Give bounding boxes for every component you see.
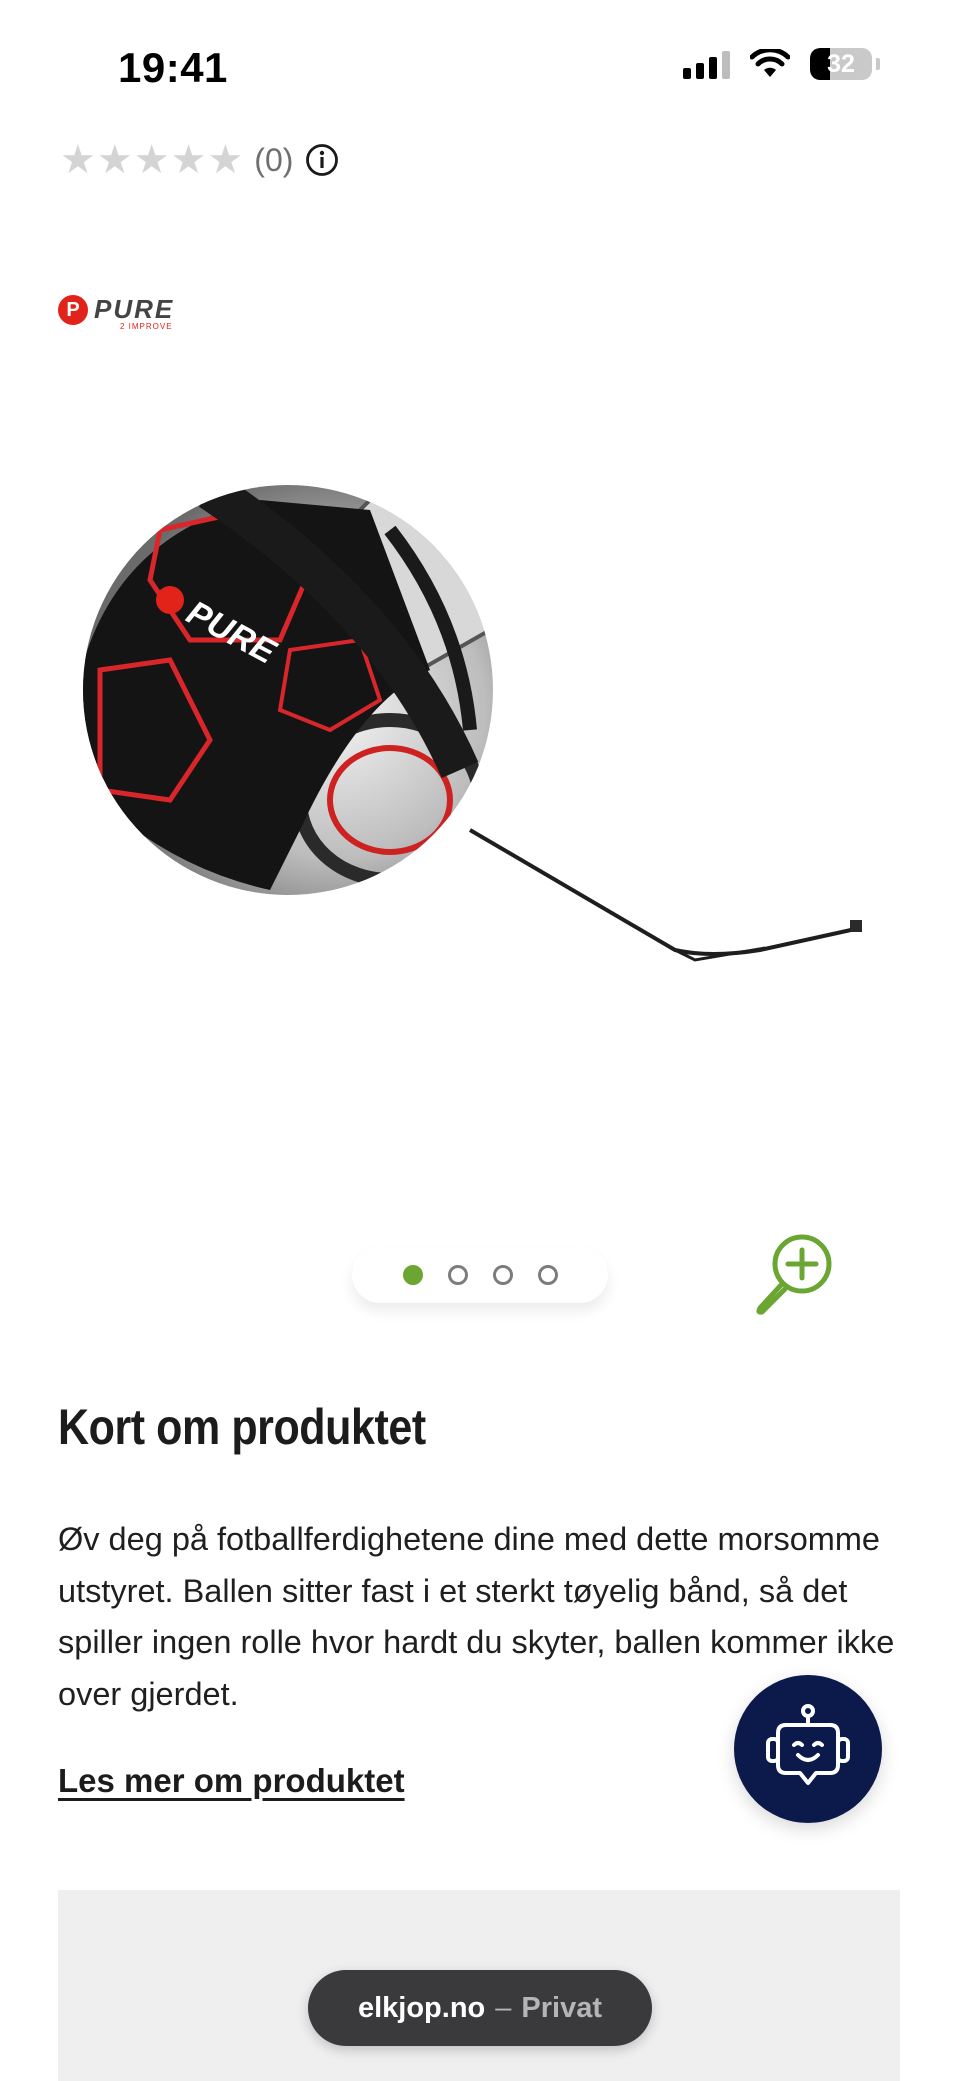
section-title: Kort om produktet <box>58 1399 426 1455</box>
chatbot-button[interactable] <box>734 1675 882 1823</box>
carousel-dot[interactable] <box>492 1265 513 1285</box>
status-time: 19:41 <box>118 44 228 91</box>
read-more-link[interactable]: Les mer om produktet <box>58 1762 405 1800</box>
battery-icon: 32 <box>810 48 872 80</box>
brand-logo[interactable]: P PURE 2 IMPROVE <box>58 294 175 331</box>
wifi-icon <box>750 49 790 77</box>
carousel-dot[interactable] <box>402 1265 423 1285</box>
rating-stars: ★ ★ ★ ★ ★ <box>60 140 244 180</box>
star-icon: ★ <box>207 138 244 182</box>
rating-count: (0) <box>254 141 294 178</box>
battery-tip <box>876 58 880 70</box>
browser-address-bar[interactable]: elkjop.no – Privat <box>308 1970 652 2046</box>
browsing-mode: Privat <box>521 1991 603 2024</box>
signal-icon <box>683 49 730 79</box>
brand-tagline: 2 IMPROVE <box>120 322 173 331</box>
status-icons: 32 <box>683 48 880 80</box>
zoom-in-icon[interactable] <box>752 1230 838 1316</box>
url-domain: elkjop.no <box>357 1991 486 2024</box>
star-icon: ★ <box>133 138 170 182</box>
star-icon: ★ <box>170 138 207 182</box>
url-separator: – <box>495 1991 512 2024</box>
product-rating[interactable]: ★ ★ ★ ★ ★ (0) <box>60 140 339 180</box>
brand-mark: P <box>58 294 88 325</box>
info-icon[interactable] <box>305 143 339 177</box>
chatbot-icon <box>766 1704 850 1785</box>
star-icon: ★ <box>96 138 133 182</box>
carousel-dot[interactable] <box>447 1265 468 1285</box>
brand-name: PURE <box>94 294 175 324</box>
battery-percent: 32 <box>827 50 855 78</box>
carousel-pagination <box>352 1247 608 1303</box>
status-bar: 19:41 32 <box>0 0 960 140</box>
star-icon: ★ <box>60 138 96 182</box>
carousel-dot[interactable] <box>537 1265 558 1285</box>
product-image[interactable]: PURE <box>60 470 900 1030</box>
